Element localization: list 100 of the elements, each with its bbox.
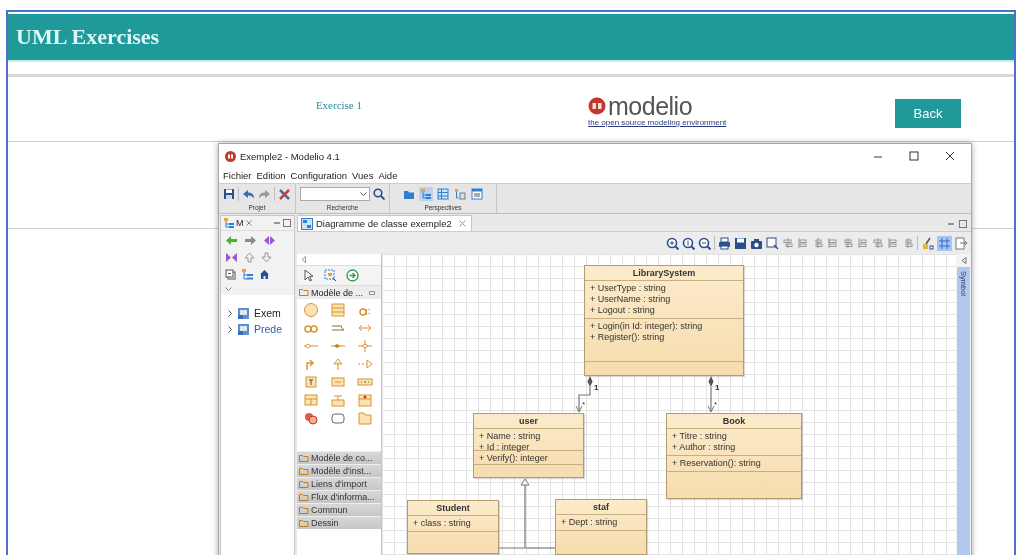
menu-item[interactable]: Configuration (290, 170, 348, 181)
enum-icon[interactable] (330, 374, 346, 390)
save-icon[interactable] (734, 236, 747, 250)
zoom-reset-icon[interactable] (682, 236, 695, 250)
up-arrow-icon[interactable] (244, 252, 255, 263)
palette-category[interactable]: Liens d'import (297, 477, 381, 490)
category-label: Commun (311, 504, 348, 516)
palette-category[interactable]: Commun (297, 503, 381, 516)
multiplicity-label: * (582, 400, 586, 409)
caret-icon[interactable] (225, 286, 232, 291)
circle-icon[interactable] (303, 302, 319, 318)
save-icon[interactable] (223, 188, 235, 200)
print-icon[interactable] (718, 236, 731, 250)
close-icon[interactable] (945, 151, 955, 161)
multiplicity-label: 1 (715, 383, 720, 392)
align-icon[interactable] (827, 237, 839, 249)
align-icon[interactable] (902, 237, 914, 249)
dashed-arrow-icon[interactable] (357, 356, 373, 372)
class-attribute: + Titre : string (672, 431, 728, 442)
menu-item[interactable]: Edition (256, 170, 286, 181)
class-attribute: + class : string (413, 518, 472, 529)
tab-label: Diagramme de classe exemple2 (316, 218, 452, 229)
align-icon[interactable] (812, 237, 824, 249)
menu-item[interactable]: Aide (378, 170, 398, 181)
tree-item[interactable]: Exem (254, 307, 281, 319)
category-label: Liens d'import (311, 478, 367, 490)
collapse-icon[interactable] (225, 269, 236, 280)
junction-icon[interactable] (357, 338, 373, 354)
panel-tab[interactable]: M (236, 218, 244, 228)
camera-icon[interactable] (750, 236, 763, 250)
align-icon[interactable] (782, 237, 794, 249)
text-icon[interactable] (303, 374, 319, 390)
select-box-icon[interactable] (324, 269, 337, 282)
class-name: Book (667, 414, 801, 429)
pointer-icon[interactable] (303, 269, 315, 282)
menu-item[interactable]: Fichier (223, 170, 252, 181)
perspective-button[interactable] (453, 187, 467, 201)
diamond-arrow-icon[interactable] (263, 235, 276, 246)
collapsed-chevron-icon[interactable] (227, 325, 233, 333)
perspective-button[interactable] (436, 187, 450, 201)
search-icon[interactable] (373, 188, 385, 200)
palette-category[interactable]: Modèle de ... (297, 285, 381, 299)
collaboration-icon[interactable] (303, 410, 319, 426)
palette-category[interactable]: Modèle de co... (297, 451, 381, 464)
maximize-icon[interactable] (959, 220, 967, 228)
grid-toggle[interactable] (937, 235, 952, 251)
scroll-left-icon[interactable] (301, 256, 306, 263)
composition-connector (575, 376, 593, 413)
tools-icon[interactable] (278, 187, 291, 201)
palette-category[interactable]: Flux d'informa... (297, 490, 381, 503)
class-attribute: + UserName : string (590, 294, 672, 305)
class-attribute: + Logout : string (590, 305, 656, 316)
logo-icon (588, 97, 606, 115)
select-icon[interactable] (766, 236, 779, 250)
rounded-rect-icon[interactable] (330, 410, 346, 426)
tree-icon[interactable] (242, 269, 253, 280)
maximize-icon[interactable] (283, 219, 291, 227)
export-icon[interactable] (955, 236, 968, 250)
diamond-arrow-icon[interactable] (225, 252, 238, 263)
zoom-out-icon[interactable] (698, 236, 711, 250)
perspective-button[interactable] (470, 187, 484, 201)
forward-arrow-icon[interactable] (244, 235, 257, 246)
collapsed-chevron-icon[interactable] (227, 309, 233, 317)
menu-item[interactable]: Vues (352, 170, 374, 181)
tree-item[interactable]: Prede (254, 323, 283, 335)
back-arrow-icon[interactable] (225, 235, 238, 246)
undo-icon[interactable] (242, 188, 255, 200)
inheritance-icon[interactable] (330, 356, 346, 372)
minimize-icon[interactable] (947, 220, 955, 228)
class-name: LibrarySystem (585, 266, 743, 281)
perspective-button[interactable] (419, 187, 433, 201)
component-icon[interactable] (357, 392, 373, 408)
caret-icon[interactable] (360, 191, 367, 197)
minimize-icon[interactable] (273, 219, 281, 227)
category-label: Modèle de co... (311, 452, 373, 464)
align-icon[interactable] (842, 237, 854, 249)
minimize-icon[interactable] (369, 290, 376, 295)
class-icon[interactable] (330, 302, 346, 318)
exercise-link[interactable]: Exercise 1 (315, 99, 362, 111)
search-field[interactable] (300, 187, 370, 201)
multiplicity-label: 1 (594, 383, 599, 392)
circle-arrow-icon[interactable] (346, 269, 359, 282)
align-icon[interactable] (797, 237, 809, 249)
palette-category[interactable]: Dessin (297, 516, 381, 529)
redo-icon[interactable] (258, 188, 271, 200)
align-icon[interactable] (857, 237, 869, 249)
brush-icon[interactable] (921, 236, 934, 250)
app-icon (225, 150, 236, 162)
align-icon[interactable] (887, 237, 899, 249)
home-icon[interactable] (259, 269, 270, 280)
class-attribute: + Dept : string (561, 517, 619, 528)
class-name: staf (556, 500, 646, 515)
palette-category[interactable]: Modèle d'inst... (297, 464, 381, 477)
maximize-icon[interactable] (909, 151, 919, 161)
zoom-in-icon[interactable] (666, 236, 679, 250)
down-arrow-icon[interactable] (261, 252, 272, 263)
folder-icon[interactable] (357, 410, 373, 426)
editor-tab[interactable]: Diagramme de classe exemple2 (297, 215, 472, 231)
align-icon[interactable] (872, 237, 884, 249)
collapse-arrow-icon[interactable] (960, 257, 967, 264)
